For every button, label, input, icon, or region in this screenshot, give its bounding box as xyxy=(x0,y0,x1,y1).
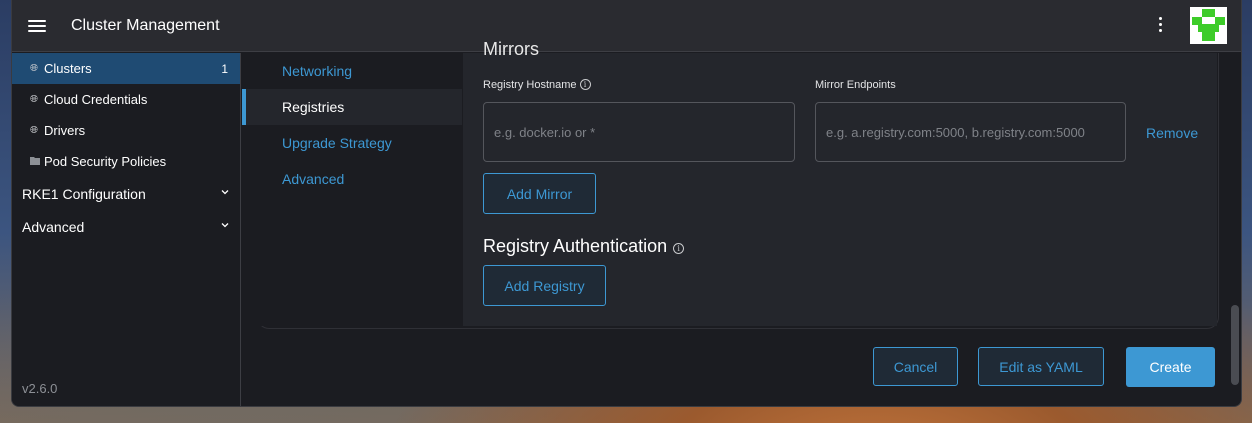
chevron-down-icon xyxy=(221,190,229,195)
info-icon[interactable]: i xyxy=(673,243,685,254)
add-mirror-button[interactable]: Add Mirror xyxy=(483,173,596,214)
app-header: Cluster Management xyxy=(12,0,1241,52)
mirror-endpoints-label: Mirror Endpoints xyxy=(815,79,896,91)
registry-hostname-label: Registry Hostname i xyxy=(483,79,591,91)
registry-authentication-title: Registry Authentication xyxy=(483,236,668,256)
sidebar: 🌐︎ Clusters 1 🌐︎ Cloud Credentials 🌐︎ Dr… xyxy=(12,53,241,406)
sidebar-item-drivers[interactable]: 🌐︎ Drivers xyxy=(12,115,240,146)
menu-icon[interactable] xyxy=(28,18,50,34)
chevron-down-icon xyxy=(221,223,229,228)
registry-hostname-input[interactable] xyxy=(483,102,795,162)
cancel-button[interactable]: Cancel xyxy=(873,347,958,386)
sidebar-item-label: Cloud Credentials xyxy=(44,92,148,107)
app-window: Cluster Management 🌐︎ Clusters 1 🌐︎ Clou… xyxy=(11,0,1242,407)
registry-authentication-heading: Registry Authentication i xyxy=(483,236,685,257)
create-button[interactable]: Create xyxy=(1126,347,1215,387)
tab-networking[interactable]: Networking xyxy=(242,53,462,89)
sidebar-item-label: Clusters xyxy=(44,61,92,76)
tab-registries[interactable]: Registries xyxy=(242,89,462,125)
tab-advanced[interactable]: Advanced xyxy=(242,161,462,197)
tab-upgrade-strategy[interactable]: Upgrade Strategy xyxy=(242,125,462,161)
more-options-icon[interactable] xyxy=(1157,17,1163,35)
sidebar-group-rke1-configuration[interactable]: RKE1 Configuration xyxy=(12,177,240,210)
globe-icon: 🌐︎ xyxy=(30,94,38,105)
mirrors-heading: Mirrors xyxy=(483,39,539,59)
globe-icon: 🌐︎ xyxy=(30,125,38,136)
config-tabs: Networking Registries Upgrade Strategy A… xyxy=(242,53,462,326)
sidebar-item-label: Drivers xyxy=(44,123,86,138)
add-registry-button[interactable]: Add Registry xyxy=(483,265,606,306)
sidebar-item-clusters[interactable]: 🌐︎ Clusters 1 xyxy=(12,53,240,84)
sidebar-group-label: RKE1 Configuration xyxy=(22,185,146,202)
scrollbar[interactable] xyxy=(1231,305,1239,385)
sidebar-group-label: Advanced xyxy=(22,218,85,235)
edit-as-yaml-button[interactable]: Edit as YAML xyxy=(978,347,1104,386)
folder-icon xyxy=(30,156,41,167)
sidebar-group-advanced[interactable]: Advanced xyxy=(12,210,240,243)
sidebar-item-cloud-credentials[interactable]: 🌐︎ Cloud Credentials xyxy=(12,84,240,115)
count-badge: 1 xyxy=(221,61,228,76)
user-avatar[interactable] xyxy=(1190,7,1227,44)
version-label: v2.6.0 xyxy=(22,381,58,396)
sidebar-item-pod-security-policies[interactable]: Pod Security Policies xyxy=(12,146,240,177)
remove-mirror-button[interactable]: Remove xyxy=(1146,125,1198,141)
app-title: Cluster Management xyxy=(71,16,220,34)
info-icon[interactable]: i xyxy=(579,79,591,90)
mirror-endpoints-input[interactable] xyxy=(815,102,1126,162)
registry-hostname-label-text: Registry Hostname xyxy=(483,79,577,91)
registries-content: Mirrors Registry Hostnamei Mirror Endpoi… xyxy=(463,39,1217,326)
sidebar-item-label: Pod Security Policies xyxy=(44,154,167,169)
globe-icon: 🌐︎ xyxy=(30,63,38,74)
